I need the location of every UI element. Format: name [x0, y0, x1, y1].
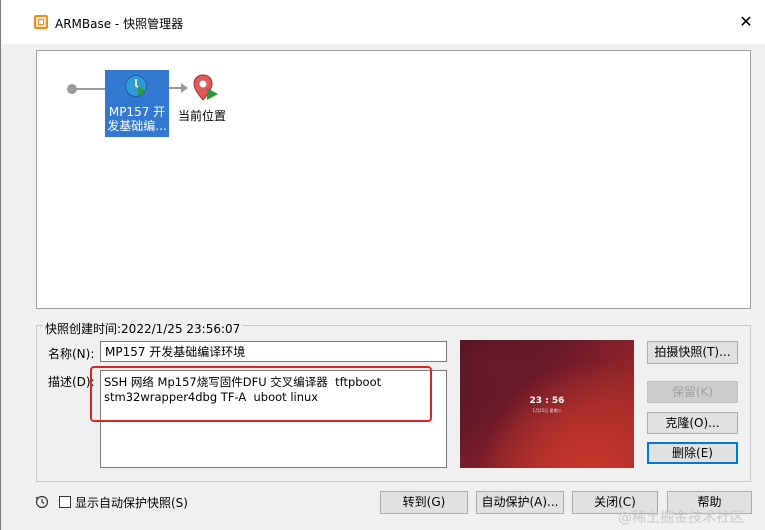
preview-lockscreen-date: 1月25日 星期二: [532, 408, 562, 413]
clone-button[interactable]: 克隆(O)...: [647, 412, 738, 434]
history-clock-icon: [35, 495, 49, 509]
snapshot-clock-icon: [125, 75, 147, 97]
vmware-app-icon: [34, 15, 48, 29]
current-location-label[interactable]: 当前位置: [178, 107, 226, 124]
snapshot-name-input[interactable]: [100, 341, 447, 362]
tree-arrow-icon: [169, 83, 188, 93]
title-bar: ARMBase - 快照管理器 ✕: [1, 0, 765, 44]
keep-button[interactable]: 保留(K): [647, 381, 738, 403]
goto-button[interactable]: 转到(G): [380, 491, 468, 514]
snapshot-created-time: 快照创建时间:2022/1/25 23:56:07: [43, 320, 243, 337]
snapshot-description-textarea[interactable]: SSH 网络 Mp157烧写固件DFU 交叉编译器 tftpboot stm32…: [100, 370, 447, 468]
take-snapshot-button[interactable]: 拍摄快照(T)...: [647, 341, 738, 364]
snapshot-preview-thumbnail: 23 : 56 1月25日 星期二: [460, 340, 634, 468]
current-location-pin-icon[interactable]: [191, 73, 219, 103]
window-title: ARMBase - 快照管理器: [55, 17, 184, 31]
close-icon[interactable]: ✕: [731, 8, 761, 36]
snapshot-tree: MP157 开发基础编... 当前位置: [36, 50, 751, 309]
watermark-text: @稀土掘金技术社区: [618, 510, 744, 526]
preview-lockscreen-time: 23 : 56: [529, 396, 565, 406]
snapshot-node-label: MP157 开发基础编...: [107, 105, 167, 133]
description-label: 描述(D):: [48, 375, 95, 389]
snapshot-manager-window: ARMBase - 快照管理器 ✕ MP157 开发基础编... 当前位置 快照…: [0, 0, 765, 530]
autoprotect-button[interactable]: 自动保护(A)...: [476, 491, 564, 514]
show-autoprotect-label[interactable]: 显示自动保护快照(S): [75, 494, 188, 511]
delete-button[interactable]: 删除(E): [647, 442, 738, 464]
show-autoprotect-checkbox[interactable]: [59, 496, 71, 508]
name-label: 名称(N):: [48, 347, 95, 361]
snapshot-node[interactable]: MP157 开发基础编...: [105, 70, 169, 137]
